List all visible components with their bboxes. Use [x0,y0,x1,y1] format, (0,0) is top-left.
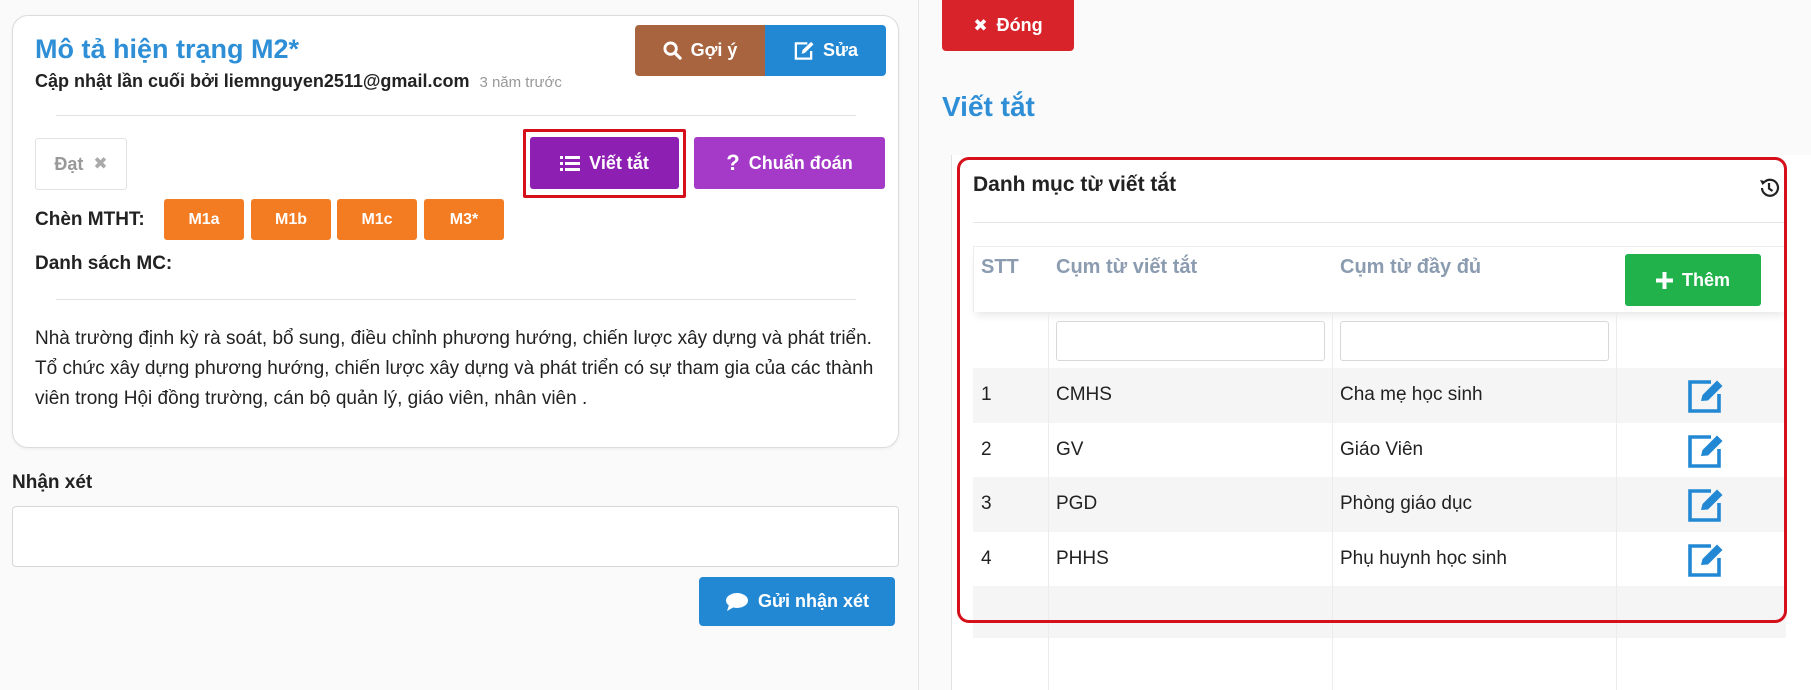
edit-icon[interactable] [1687,542,1725,578]
table-row: 4 PHHS Phụ huynh học sinh [973,532,1786,587]
question-icon: ? [726,150,740,175]
edit-icon [794,41,814,60]
divider [56,299,856,300]
description-text: Nhà trường định kỳ rà soát, bổ sung, điề… [35,328,874,409]
cell-stt: 3 [981,493,992,514]
filter-full-input[interactable] [1340,321,1609,361]
filter-short-input[interactable] [1056,321,1325,361]
list-icon [560,155,581,171]
table-row: 3 PGD Phòng giáo dục [973,477,1786,532]
edit-icon[interactable] [1687,487,1725,523]
close-icon[interactable]: ✖ [93,154,107,174]
column-header-full[interactable]: Cụm từ đầy đủ [1340,256,1481,279]
edit-label: Sửa [822,40,859,60]
panel-title: Danh mục từ viết tắt [973,173,1177,196]
send-comment-label: Gửi nhận xét [757,591,870,611]
cell-short: CMHS [1056,384,1112,405]
panel-divider [973,222,1786,223]
send-comment-button[interactable]: Gửi nhận xét [699,577,895,626]
cell-full: Cha mẹ học sinh [1340,384,1483,405]
cell-full: Phụ huynh học sinh [1340,548,1507,569]
diagnose-label: Chuẩn đoán [748,152,853,173]
abbreviation-label: Viết tắt [589,152,649,173]
comment-textarea[interactable] [12,506,899,567]
status-tag-dat: Đạt ✖ [35,138,127,190]
cell-short: GV [1056,439,1084,460]
cell-full: Phòng giáo dục [1340,493,1473,514]
column-divider [1048,312,1049,690]
mc-list-label: Danh sách MC: [35,253,173,274]
column-header-short[interactable]: Cụm từ viết tắt [1056,256,1197,279]
cell-stt: 4 [981,548,992,569]
cell-full: Giáo Viên [1340,439,1424,460]
insert-m3-button[interactable]: M3* [424,199,504,240]
insert-m1b-button[interactable]: M1b [251,199,331,240]
close-label: Đóng [996,15,1043,35]
cell-short: PGD [1056,493,1098,514]
updated-ago: 3 năm trước [479,74,562,91]
description-card: Mô tả hiện trạng M2* Cập nhật lần cuối b… [12,15,899,448]
diagnose-button[interactable]: ? Chuẩn đoán [694,137,885,189]
edit-icon[interactable] [1687,378,1725,414]
edit-icon[interactable] [1687,433,1725,469]
cell-stt: 1 [981,384,992,405]
page-title: Mô tả hiện trạng M2* [35,34,300,64]
panel-divider [918,0,919,690]
abbreviation-button[interactable]: Viết tắt [530,137,679,189]
last-updated: Cập nhật lần cuối bởi liemnguyen2511@gma… [35,71,562,92]
close-button[interactable]: ✖ Đóng [942,0,1074,51]
column-divider [1332,312,1333,690]
insert-m1a-button[interactable]: M1a [164,199,244,240]
cell-stt: 2 [981,439,992,460]
divider [56,115,856,116]
suggest-button[interactable]: Gợi ý [635,25,765,76]
section-heading: Viết tắt [942,91,1035,122]
comment-label: Nhận xét [12,472,93,493]
column-divider [1616,312,1617,690]
history-icon[interactable] [1757,176,1781,200]
edit-button[interactable]: Sửa [765,25,886,76]
add-button[interactable]: Thêm [1625,254,1761,306]
suggest-label: Gợi ý [690,40,738,60]
updated-by-text: Cập nhật lần cuối bởi liemnguyen2511@gma… [35,71,470,91]
table-row: 2 GV Giáo Viên [973,423,1786,478]
table-row: 1 CMHS Cha mẹ học sinh [973,368,1786,423]
insert-mtht-label: Chèn MTHT: [35,209,145,230]
column-header-stt[interactable]: STT [981,256,1019,279]
insert-m1c-button[interactable]: M1c [337,199,417,240]
status-tag-label: Đạt [54,153,84,174]
cell-short: PHHS [1056,548,1109,569]
add-label: Thêm [1681,269,1730,290]
table-row-empty [973,586,1786,638]
close-icon: ✖ [973,15,988,35]
comment-icon [725,592,748,611]
plus-icon [1655,271,1673,289]
search-icon [663,41,682,60]
